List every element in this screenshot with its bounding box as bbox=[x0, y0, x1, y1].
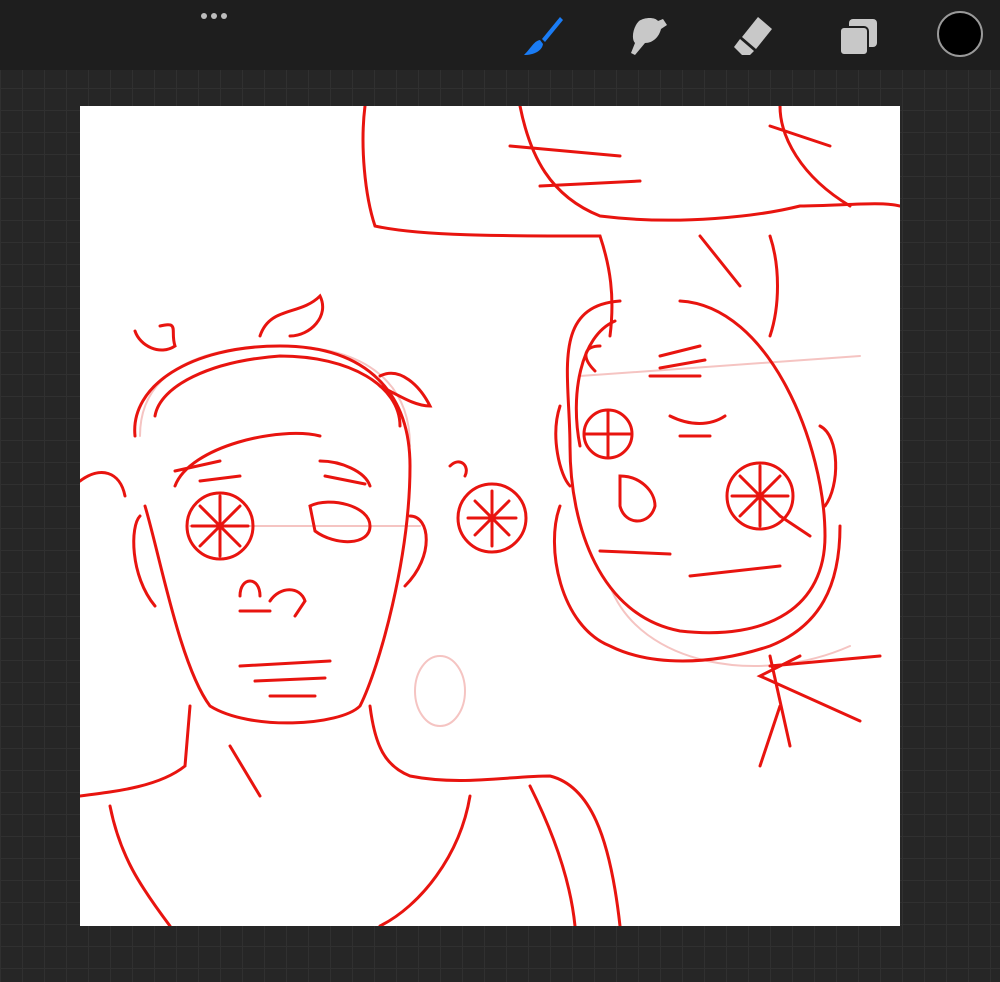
brush-icon bbox=[524, 17, 563, 55]
right-face-outline bbox=[565, 299, 827, 635]
color-picker-button[interactable] bbox=[937, 11, 983, 57]
ellipsis-dot bbox=[221, 13, 227, 19]
smudge-tool-button[interactable] bbox=[622, 10, 672, 60]
layers-tool-button[interactable] bbox=[832, 10, 882, 60]
layers-icon bbox=[839, 19, 877, 56]
more-options-button[interactable] bbox=[196, 8, 232, 24]
eraser-icon bbox=[734, 17, 772, 55]
right-body-outline bbox=[361, 106, 614, 338]
smudge-finger-icon bbox=[631, 18, 667, 55]
top-toolbar bbox=[0, 0, 1000, 70]
eraser-tool-button[interactable] bbox=[727, 10, 777, 60]
brush-tool-button[interactable] bbox=[517, 10, 567, 60]
ellipsis-icon bbox=[201, 13, 207, 19]
ellipsis-dot bbox=[211, 13, 217, 19]
sketch-artwork bbox=[80, 106, 900, 926]
drawing-canvas[interactable] bbox=[80, 106, 900, 926]
